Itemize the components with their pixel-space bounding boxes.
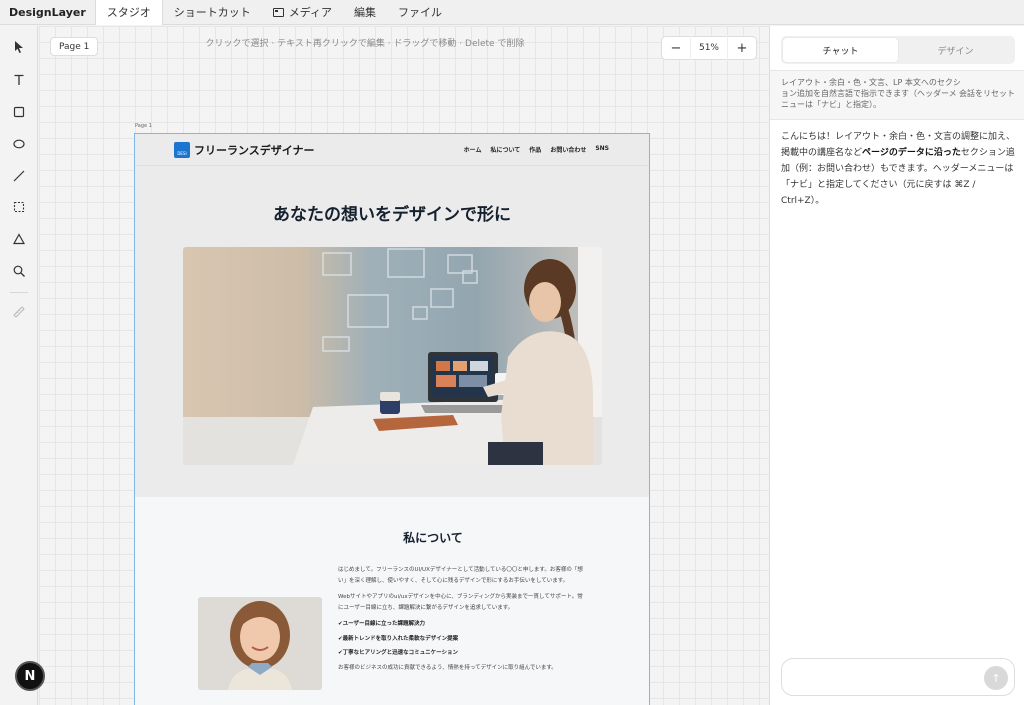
arrow-up-icon: ↑ [991,671,1001,685]
line-tool[interactable] [9,166,29,186]
tool-divider [10,292,28,293]
triangle-icon [12,233,26,245]
lp-nav: ホーム 私について 作品 お問い合わせ SNS [464,145,609,154]
about-check-1: ユーザー目線に立った課題解決力 [338,619,583,630]
zoom-tool[interactable] [9,261,29,281]
rectangle-tool[interactable] [9,102,29,122]
rectangle-icon [13,106,25,118]
menu-studio[interactable]: スタジオ [94,0,163,25]
frame-tool[interactable] [9,197,29,217]
portrait-illustration [198,597,322,690]
dashed-frame-icon [13,201,25,213]
logo-text: フリーランスデザイナー [194,143,315,157]
about-paragraph-2: Webサイトやアプリのui/uxデザインを中心に、ブランディングから実装まで一貫… [338,594,583,611]
ruler-tool[interactable] [9,302,29,322]
message-text-bold: ページのデータに沿った [862,148,961,158]
ruler-icon [13,306,25,318]
user-avatar[interactable]: N [15,661,45,691]
zoom-control: − 51% + [661,36,757,60]
tool-palette [0,26,38,705]
select-tool[interactable] [9,37,29,57]
text-icon [14,74,24,85]
lp-nav-works[interactable]: 作品 [529,145,541,154]
lp-nav-sns[interactable]: SNS [595,145,609,154]
about-check-2: 最新トレンドを取り入れた柔軟なデザイン提案 [338,634,583,645]
ellipse-tool[interactable] [9,134,29,154]
zoom-out-button[interactable]: − [662,41,690,56]
chat-input[interactable]: ↑ [781,658,1015,696]
lp-header[interactable]: DESI フリーランスデザイナー ホーム 私について 作品 お問い合わせ SNS [135,134,649,166]
menu-file[interactable]: ファイル [387,0,453,25]
ellipse-icon [13,139,25,149]
send-button[interactable]: ↑ [984,666,1008,690]
page-frame-label: Page 1 [135,123,152,129]
about-text[interactable]: はじめまして。フリーランスのUI/UXデザイナーとして活動している〇〇と申します… [338,565,583,679]
assistant-message: こんにちは！レイアウト・余白・色・文言の調整に加え、掲載中の講座名などページのデ… [781,129,1015,209]
image-icon [272,7,284,17]
zoom-value: 51% [690,36,728,60]
about-paragraph-3: お客様のビジネスの成功に貢献できるよう、情熱を持ってデザインに取り組んでいます。 [338,664,557,671]
cursor-icon [15,41,23,53]
help-text: レイアウト・余白・色・文言、LP 本文へのセクション追加を自然言語で指示できます… [781,78,961,109]
hero-image[interactable] [183,247,602,465]
help-row: レイアウト・余白・色・文言、LP 本文へのセクション追加を自然言語で指示できます… [770,70,1024,120]
zoom-in-button[interactable]: + [728,41,756,56]
text-tool[interactable] [9,70,29,90]
lp-nav-home[interactable]: ホーム [464,145,482,154]
lp-nav-about[interactable]: 私について [490,145,520,154]
reset-conversation-link[interactable]: 会話をリセット [959,88,1015,99]
panel-tabs: チャット デザイン [781,36,1015,64]
triangle-tool[interactable] [9,229,29,249]
tab-chat[interactable]: チャット [783,38,898,62]
assistant-panel: チャット デザイン レイアウト・余白・色・文言、LP 本文へのセクション追加を自… [769,26,1024,705]
logo-mark: DESI [174,141,190,158]
hero-title[interactable]: あなたの想いをデザインで形に [135,200,649,225]
about-check-3: 丁寧なヒアリングと迅速なコミュニケーション [338,648,583,659]
menu-media-label: メディア [288,6,332,19]
about-section[interactable]: 私について はじめまして。フリーランスのUI/UXデザイナーとして活動している〇… [135,497,649,705]
line-icon [13,170,25,182]
design-canvas[interactable]: Page 1 クリックで選択 · テキスト再クリックで編集 · ドラッグで移動 … [39,26,769,705]
about-paragraph-1: はじめまして。フリーランスのUI/UXデザイナーとして活動している〇〇と申します… [338,567,583,584]
menu-media[interactable]: メディア [262,0,343,25]
top-menu-bar: DesignLayer スタジオ ショートカット メディア 編集 ファイル [0,0,1024,25]
menu-edit[interactable]: 編集 [343,0,387,25]
canvas-hint: クリックで選択 · テキスト再クリックで編集 · ドラッグで移動 · Delet… [205,39,525,49]
profile-photo[interactable] [198,597,322,690]
menu-shortcuts[interactable]: ショートカット [163,0,262,25]
tab-design[interactable]: デザイン [898,38,1013,62]
about-title[interactable]: 私について [135,529,649,546]
lp-page-frame[interactable]: DESI フリーランスデザイナー ホーム 私について 作品 お問い合わせ SNS… [134,133,650,705]
hero-illustration [183,247,602,465]
lp-nav-contact[interactable]: お問い合わせ [550,145,586,154]
lp-logo[interactable]: DESI フリーランスデザイナー [174,141,315,158]
search-icon [13,265,25,277]
app-brand: DesignLayer [9,5,86,19]
